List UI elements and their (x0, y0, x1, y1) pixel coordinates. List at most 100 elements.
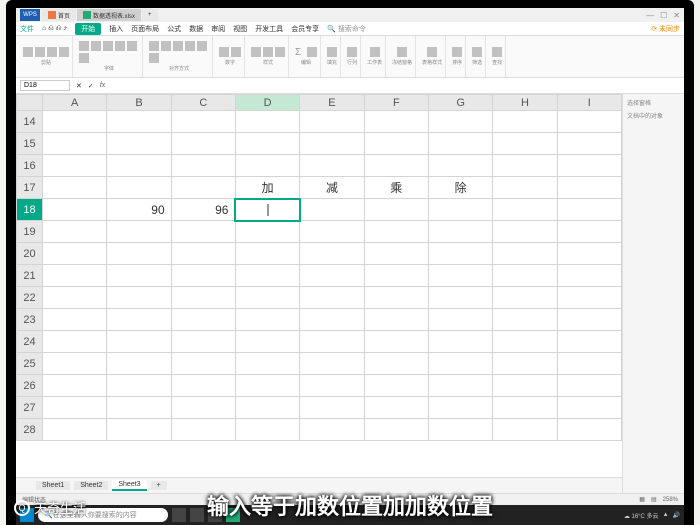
cell[interactable] (300, 287, 364, 309)
cell[interactable] (300, 353, 364, 375)
cell[interactable] (43, 199, 107, 221)
cell[interactable] (493, 419, 557, 441)
cell[interactable] (43, 353, 107, 375)
column-header[interactable]: B (107, 95, 171, 111)
cell[interactable] (493, 243, 557, 265)
name-box[interactable] (20, 80, 70, 91)
ribbon-tab[interactable]: 数据 (189, 24, 203, 34)
cell[interactable] (235, 111, 299, 133)
cell[interactable] (300, 133, 364, 155)
cell[interactable] (171, 375, 235, 397)
cell[interactable] (428, 111, 492, 133)
row-header[interactable]: 15 (17, 133, 43, 155)
cell[interactable] (493, 353, 557, 375)
cell[interactable] (364, 397, 428, 419)
cell[interactable] (493, 133, 557, 155)
cell[interactable] (300, 221, 364, 243)
cell[interactable] (171, 265, 235, 287)
cell[interactable] (493, 199, 557, 221)
cell[interactable] (300, 419, 364, 441)
cell[interactable] (43, 155, 107, 177)
cell[interactable] (107, 221, 171, 243)
cell[interactable] (107, 419, 171, 441)
cell[interactable] (171, 331, 235, 353)
ribbon-tab[interactable]: 会员专享 (291, 24, 319, 34)
new-tab-button[interactable]: + (142, 9, 158, 21)
cell[interactable] (171, 243, 235, 265)
cell[interactable] (43, 331, 107, 353)
cell[interactable] (428, 199, 492, 221)
ribbon-tab[interactable]: 页面布局 (131, 24, 159, 34)
cell[interactable] (235, 309, 299, 331)
minimize-button[interactable]: — (646, 11, 654, 20)
cell[interactable] (171, 155, 235, 177)
cell[interactable] (557, 375, 621, 397)
app-menu-button[interactable]: WPS (20, 9, 40, 21)
cell[interactable] (364, 375, 428, 397)
row-header[interactable]: 16 (17, 155, 43, 177)
cell[interactable] (235, 133, 299, 155)
cell[interactable]: 乘 (364, 177, 428, 199)
cell[interactable] (235, 419, 299, 441)
cell[interactable] (493, 221, 557, 243)
cell[interactable] (364, 199, 428, 221)
cell[interactable] (493, 397, 557, 419)
cell[interactable] (171, 309, 235, 331)
fx-button[interactable]: fx (100, 82, 105, 89)
row-header[interactable]: 24 (17, 331, 43, 353)
cell[interactable] (300, 265, 364, 287)
cell[interactable] (171, 353, 235, 375)
cell[interactable] (107, 353, 171, 375)
cell[interactable] (428, 287, 492, 309)
cell[interactable] (107, 309, 171, 331)
cell[interactable] (235, 199, 299, 221)
cell[interactable] (171, 221, 235, 243)
cell[interactable] (428, 397, 492, 419)
cell[interactable] (43, 265, 107, 287)
ribbon-tab[interactable]: 公式 (167, 24, 181, 34)
cell[interactable] (428, 221, 492, 243)
cell[interactable] (235, 397, 299, 419)
cell[interactable] (557, 221, 621, 243)
cell[interactable] (300, 155, 364, 177)
cell[interactable] (235, 287, 299, 309)
cell[interactable] (43, 309, 107, 331)
cell[interactable] (171, 287, 235, 309)
cell[interactable] (300, 397, 364, 419)
cell[interactable] (43, 243, 107, 265)
cell[interactable] (557, 177, 621, 199)
column-header[interactable]: E (300, 95, 364, 111)
ribbon-tab[interactable]: 插入 (109, 24, 123, 34)
cell[interactable] (364, 287, 428, 309)
document-tab[interactable]: 数据透视表.xlsx (77, 9, 141, 21)
cell[interactable] (107, 265, 171, 287)
row-header[interactable]: 21 (17, 265, 43, 287)
cell[interactable] (493, 287, 557, 309)
row-header[interactable]: 28 (17, 419, 43, 441)
maximize-button[interactable]: ☐ (660, 11, 667, 20)
cell[interactable] (557, 243, 621, 265)
cell[interactable] (235, 221, 299, 243)
confirm-icon[interactable]: ✓ (88, 82, 94, 90)
cell[interactable] (364, 331, 428, 353)
file-menu[interactable]: 文件 (20, 24, 34, 34)
cell[interactable] (107, 155, 171, 177)
cell[interactable] (107, 397, 171, 419)
home-tab[interactable]: 首页 (42, 9, 76, 21)
cell[interactable] (493, 155, 557, 177)
cell[interactable] (107, 133, 171, 155)
cell[interactable] (171, 133, 235, 155)
row-header[interactable]: 19 (17, 221, 43, 243)
cell[interactable] (43, 419, 107, 441)
row-header[interactable]: 27 (17, 397, 43, 419)
column-header[interactable]: H (493, 95, 557, 111)
cell[interactable] (107, 375, 171, 397)
cell[interactable] (557, 111, 621, 133)
cell[interactable] (557, 419, 621, 441)
cell[interactable] (107, 243, 171, 265)
row-header[interactable]: 20 (17, 243, 43, 265)
cell[interactable] (493, 177, 557, 199)
cell[interactable] (364, 133, 428, 155)
cell[interactable] (364, 111, 428, 133)
cell[interactable] (364, 419, 428, 441)
